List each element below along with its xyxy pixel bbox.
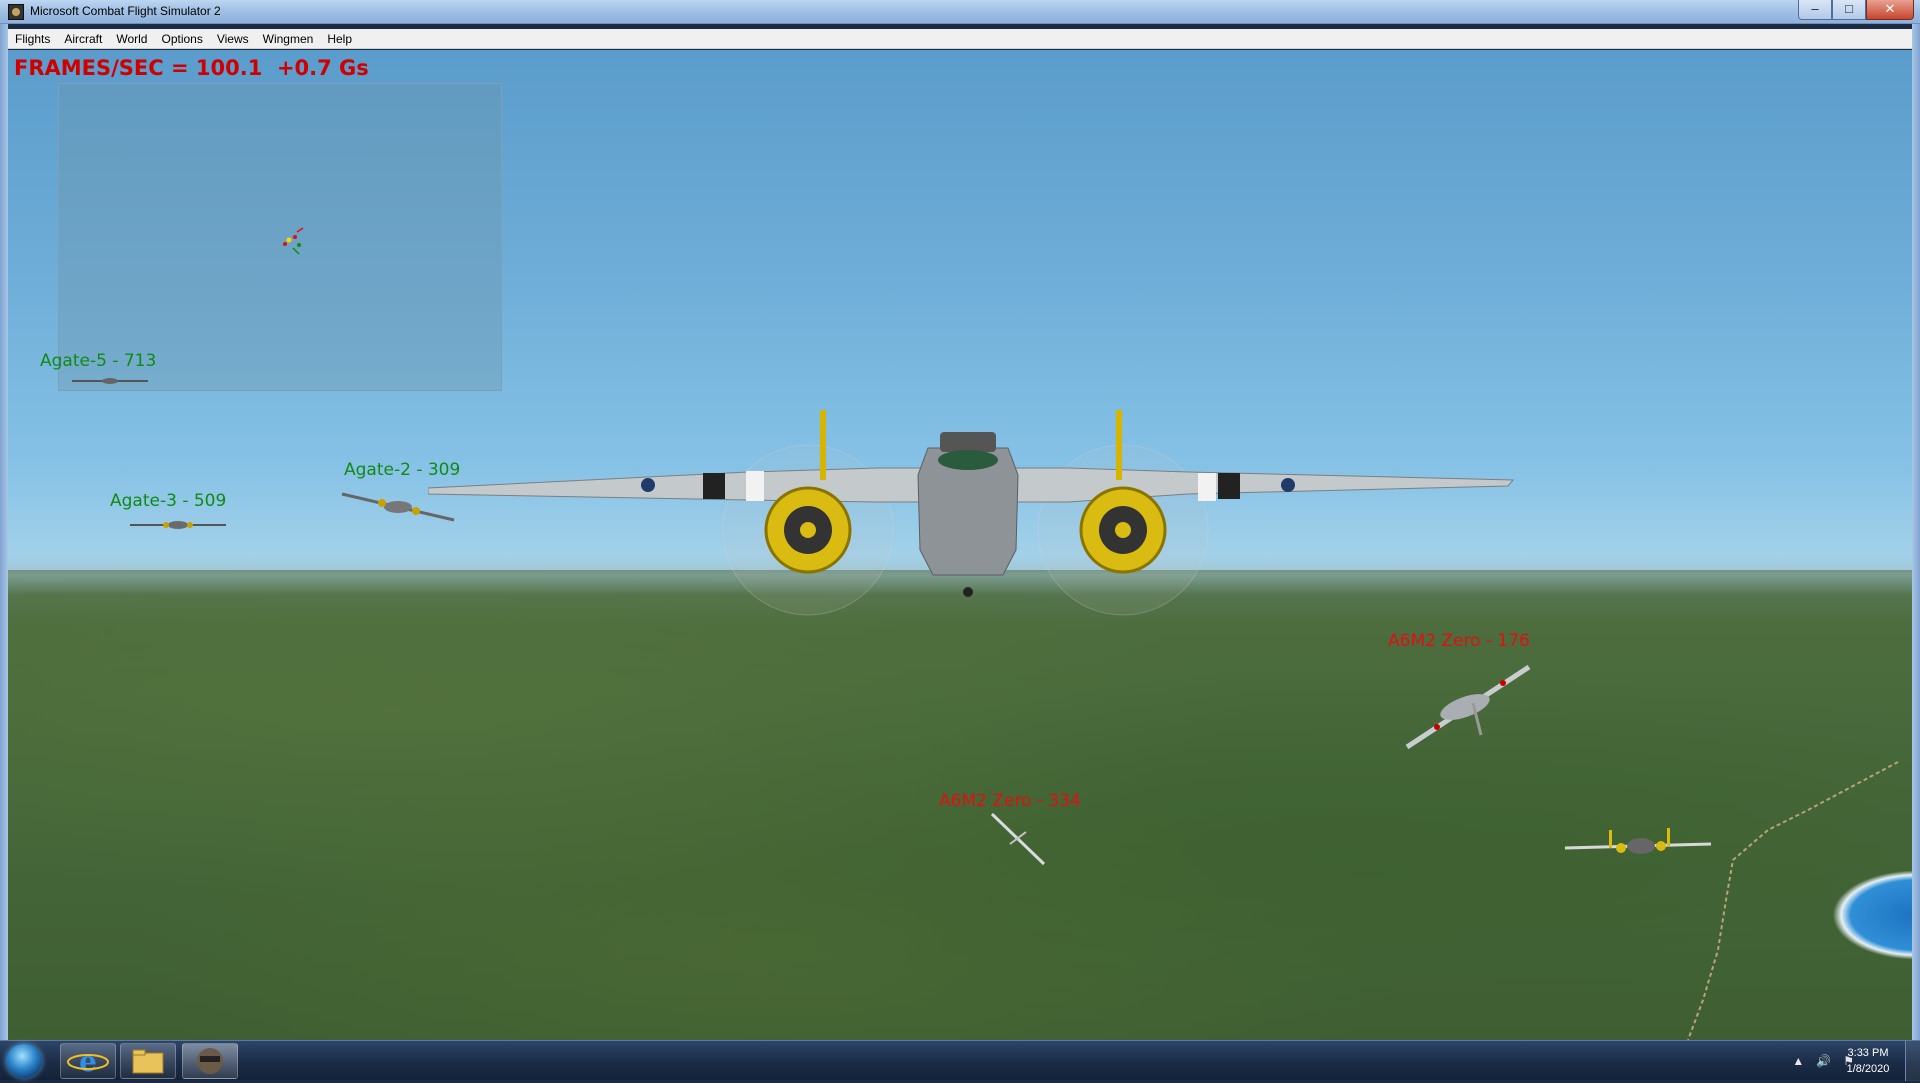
cfs2-taskbar-icon[interactable] — [182, 1043, 238, 1079]
system-clock[interactable]: 3:33 PM 1/8/2020 — [1838, 1045, 1898, 1077]
menu-options[interactable]: Options — [154, 32, 209, 46]
taskbar: e ▲ 🔊 ⚑ 3:33 PM 1/8/2020 — [0, 1040, 1920, 1081]
radar-panel — [58, 83, 502, 391]
friendly-bomber-right-aircraft — [1564, 828, 1712, 854]
contact-label-agate-5: Agate-5 - 713 — [40, 351, 157, 371]
folder-icon — [132, 1049, 164, 1074]
close-button[interactable]: ✕ — [1866, 0, 1914, 20]
ie-logo-icon: e — [67, 1045, 109, 1078]
window-frame-left — [0, 24, 8, 1040]
show-hidden-icons-icon[interactable]: ▲ — [1792, 1054, 1804, 1068]
window-title: Microsoft Combat Flight Simulator 2 — [30, 4, 221, 18]
pilot-icon — [197, 1048, 223, 1074]
menu-bar: Flights Aircraft World Options Views Win… — [8, 29, 1912, 49]
window-frame-right — [1912, 24, 1920, 1040]
minimize-button[interactable]: – — [1798, 0, 1832, 20]
maximize-button[interactable]: □ — [1832, 0, 1866, 20]
menu-world[interactable]: World — [109, 32, 154, 46]
radar-blip-cluster — [283, 227, 304, 255]
clock-time: 3:33 PM — [1847, 1047, 1889, 1059]
show-desktop-button[interactable] — [1905, 1041, 1920, 1081]
sim-viewport[interactable]: FRAMES/SEC = 100.1 +0.7 Gs Agate-5 - 713… — [8, 50, 1912, 1040]
zero-334-aircraft — [990, 812, 1046, 866]
window-titlebar[interactable]: Microsoft Combat Flight Simulator 2 – □ … — [0, 0, 1920, 24]
menu-aircraft[interactable]: Aircraft — [57, 32, 109, 46]
zero-176-aircraft — [1405, 664, 1531, 750]
cfs2-app-icon[interactable] — [8, 4, 24, 20]
agate-3-aircraft — [130, 521, 226, 529]
radar-contacts — [283, 227, 304, 255]
agate-5-aircraft — [72, 378, 148, 384]
start-button[interactable] — [6, 1044, 42, 1078]
ie-icon[interactable]: e — [60, 1043, 116, 1079]
clock-date: 1/8/2020 — [1846, 1063, 1890, 1075]
window-controls: – □ ✕ — [1798, 0, 1914, 20]
menu-flights[interactable]: Flights — [8, 32, 57, 46]
fps-gforce-readout: FRAMES/SEC = 100.1 +0.7 Gs — [14, 56, 369, 80]
player-b25-aircraft — [428, 410, 1515, 616]
contact-label-agate-3: Agate-3 - 509 — [110, 491, 227, 511]
volume-icon[interactable]: 🔊 — [1816, 1054, 1831, 1068]
menu-help[interactable]: Help — [320, 32, 359, 46]
menu-views[interactable]: Views — [210, 32, 256, 46]
svg-text:e: e — [79, 1045, 97, 1078]
explorer-icon[interactable] — [120, 1043, 176, 1079]
menu-wingmen[interactable]: Wingmen — [256, 32, 321, 46]
